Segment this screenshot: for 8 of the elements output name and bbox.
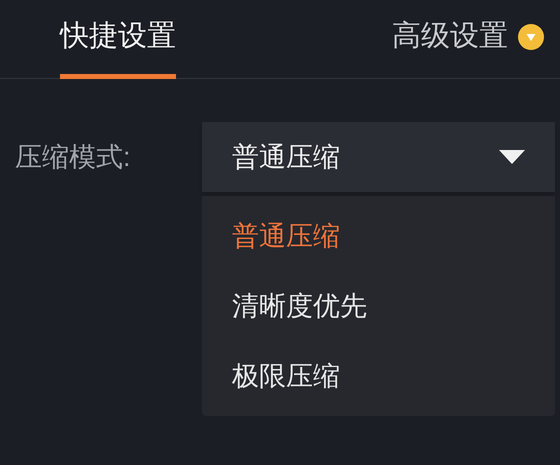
dropdown-option[interactable]: 清晰度优先	[202, 271, 555, 341]
compression-dropdown[interactable]: 普通压缩	[202, 122, 555, 192]
dropdown-option[interactable]: 极限压缩	[202, 341, 555, 411]
field-label: 压缩模式:	[15, 141, 132, 174]
caret-icon	[499, 150, 525, 164]
tab[interactable]: 高级设置	[392, 0, 544, 79]
tab[interactable]: 快捷设置	[60, 0, 176, 79]
dropdown-option[interactable]: 普通压缩	[202, 201, 555, 271]
